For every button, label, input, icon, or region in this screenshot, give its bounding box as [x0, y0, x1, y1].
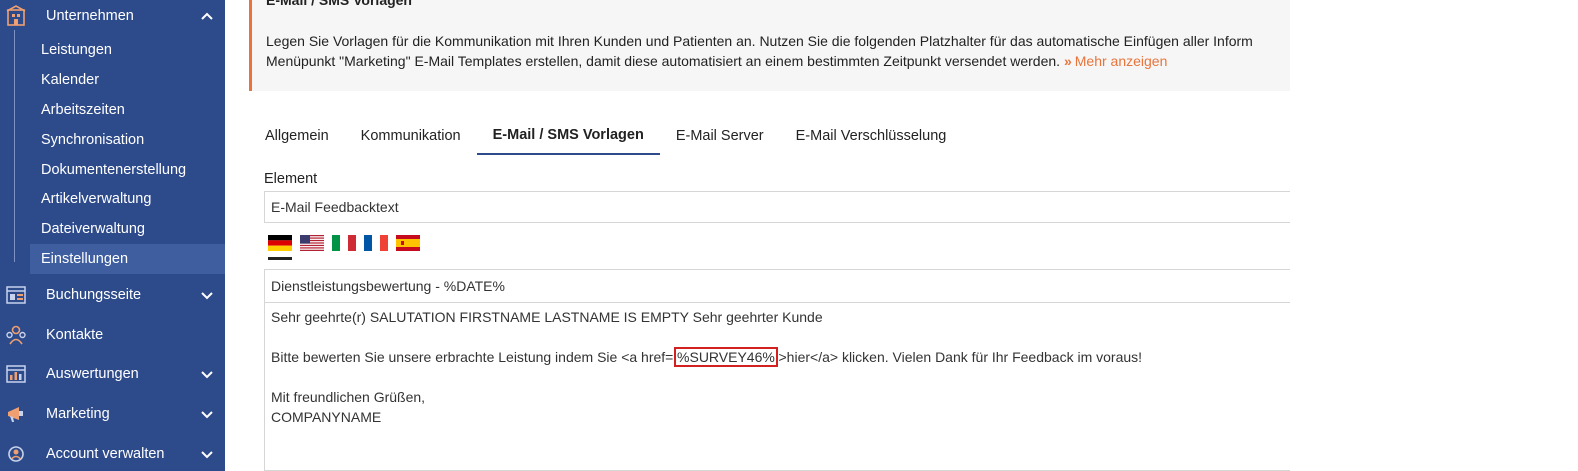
language-flags: [268, 235, 420, 251]
info-title: E-Mail / SMS Vorlagen: [266, 0, 412, 8]
nav-section-label: Account verwalten: [46, 445, 165, 462]
body-text: Bitte bewerten Sie unsere erbrachte Leis…: [271, 349, 677, 365]
sidebar: Unternehmen Leistungen Kalender Arbeitsz…: [0, 0, 225, 471]
booking-page-icon: [4, 283, 28, 307]
element-label: Element: [264, 171, 318, 187]
german-flag-icon[interactable]: [268, 235, 292, 251]
nav-section-marketing[interactable]: Marketing: [0, 394, 225, 433]
nav-section-account-verwalten[interactable]: Account verwalten: [0, 434, 225, 471]
settings-tabs: Allgemein Kommunikation E-Mail / SMS Vor…: [249, 117, 962, 155]
sidebar-item-synchronisation[interactable]: Synchronisation: [30, 125, 225, 155]
info-text: Legen Sie Vorlagen für die Kommunikation…: [266, 31, 1253, 71]
account-icon: [4, 442, 28, 466]
french-flag-icon[interactable]: [364, 235, 388, 251]
spanish-flag-icon[interactable]: [396, 235, 420, 251]
nav-section-unternehmen[interactable]: Unternehmen: [0, 0, 225, 35]
subject-input[interactable]: Dienstleistungsbewertung - %DATE%: [264, 269, 1290, 303]
sidebar-item-label: Dateiverwaltung: [41, 221, 145, 237]
contacts-icon: [4, 323, 28, 347]
info-line: Legen Sie Vorlagen für die Kommunikation…: [266, 33, 1253, 49]
sub-tree-line: [14, 30, 15, 262]
main-content: E-Mail / SMS Vorlagen Legen Sie Vorlagen…: [225, 0, 1578, 471]
sidebar-item-label: Artikelverwaltung: [41, 191, 152, 207]
body-empty-line: [271, 327, 1284, 347]
element-select[interactable]: E-Mail Feedbacktext: [264, 191, 1290, 223]
tab-email-server[interactable]: E-Mail Server: [660, 117, 780, 155]
more-link-label: Mehr anzeigen: [1074, 53, 1168, 69]
sidebar-item-dateiverwaltung[interactable]: Dateiverwaltung: [30, 214, 225, 244]
body-line: Mit freundlichen Grüßen,: [271, 389, 426, 405]
body-line: Sehr geehrte(r) SALUTATION FIRSTNAME LAS…: [271, 309, 823, 325]
sidebar-item-artikelverwaltung[interactable]: Artikelverwaltung: [30, 184, 225, 214]
more-link[interactable]: » Mehr anzeigen: [1064, 53, 1167, 69]
body-line: COMPANYNAME: [271, 409, 382, 425]
nav-section-auswertungen[interactable]: Auswertungen: [0, 354, 225, 393]
sidebar-item-label: Einstellungen: [41, 251, 129, 267]
info-line-with-link: Menüpunkt "Marketing" E-Mail Templates e…: [266, 51, 1253, 71]
sidebar-item-dokumentenerstellung[interactable]: Dokumentenerstellung: [30, 155, 225, 185]
building-icon: [4, 4, 28, 28]
info-box: E-Mail / SMS Vorlagen Legen Sie Vorlagen…: [249, 0, 1290, 91]
sidebar-item-label: Synchronisation: [41, 132, 145, 148]
body-empty-line: [271, 367, 1284, 387]
chevron-down-icon: [201, 370, 213, 378]
marketing-icon: [4, 402, 28, 426]
nav-section-label: Kontakte: [46, 326, 104, 343]
sidebar-item-label: Dokumentenerstellung: [41, 162, 187, 178]
sidebar-item-kalender[interactable]: Kalender: [30, 65, 225, 95]
tab-kommunikation[interactable]: Kommunikation: [345, 117, 477, 155]
tab-allgemein[interactable]: Allgemein: [249, 117, 345, 155]
reports-icon: [4, 362, 28, 386]
body-line: Bitte bewerten Sie unsere erbrachte Leis…: [271, 347, 1284, 367]
chevron-down-icon: [201, 410, 213, 418]
nav-section-label: Auswertungen: [46, 365, 139, 382]
nav-section-label: Buchungsseite: [46, 286, 142, 303]
nav-section-kontakte[interactable]: Kontakte: [0, 315, 225, 354]
italian-flag-icon[interactable]: [332, 235, 356, 251]
tab-email-verschluesselung[interactable]: E-Mail Verschlüsselung: [780, 117, 963, 155]
sidebar-item-leistungen[interactable]: Leistungen: [30, 35, 225, 65]
nav-section-buchungsseite[interactable]: Buchungsseite: [0, 275, 225, 314]
sidebar-item-label: Kalender: [41, 72, 100, 88]
body-text: '>hier</a> klicken. Vielen Dank für Ihr …: [775, 349, 1143, 365]
nav-section-label: Unternehmen: [46, 7, 134, 24]
survey-placeholder-highlight: %SURVEY46%: [674, 347, 778, 367]
chevron-down-icon: [201, 291, 213, 299]
template-body-editor[interactable]: Sehr geehrte(r) SALUTATION FIRSTNAME LAS…: [264, 303, 1290, 471]
sidebar-item-label: Leistungen: [41, 42, 112, 58]
sidebar-item-einstellungen[interactable]: Einstellungen: [30, 244, 225, 274]
chevron-down-icon: [201, 450, 213, 458]
chevron-up-icon: [201, 12, 213, 20]
tab-email-sms-vorlagen[interactable]: E-Mail / SMS Vorlagen: [476, 117, 660, 155]
sidebar-item-label: Arbeitszeiten: [41, 102, 125, 118]
active-language-indicator: [268, 257, 292, 260]
us-flag-icon[interactable]: [300, 235, 324, 251]
double-chevron-down-icon: »: [1063, 53, 1072, 69]
nav-section-label: Marketing: [46, 405, 110, 422]
info-line: Menüpunkt "Marketing" E-Mail Templates e…: [266, 53, 1061, 69]
sidebar-item-arbeitszeiten[interactable]: Arbeitszeiten: [30, 95, 225, 125]
